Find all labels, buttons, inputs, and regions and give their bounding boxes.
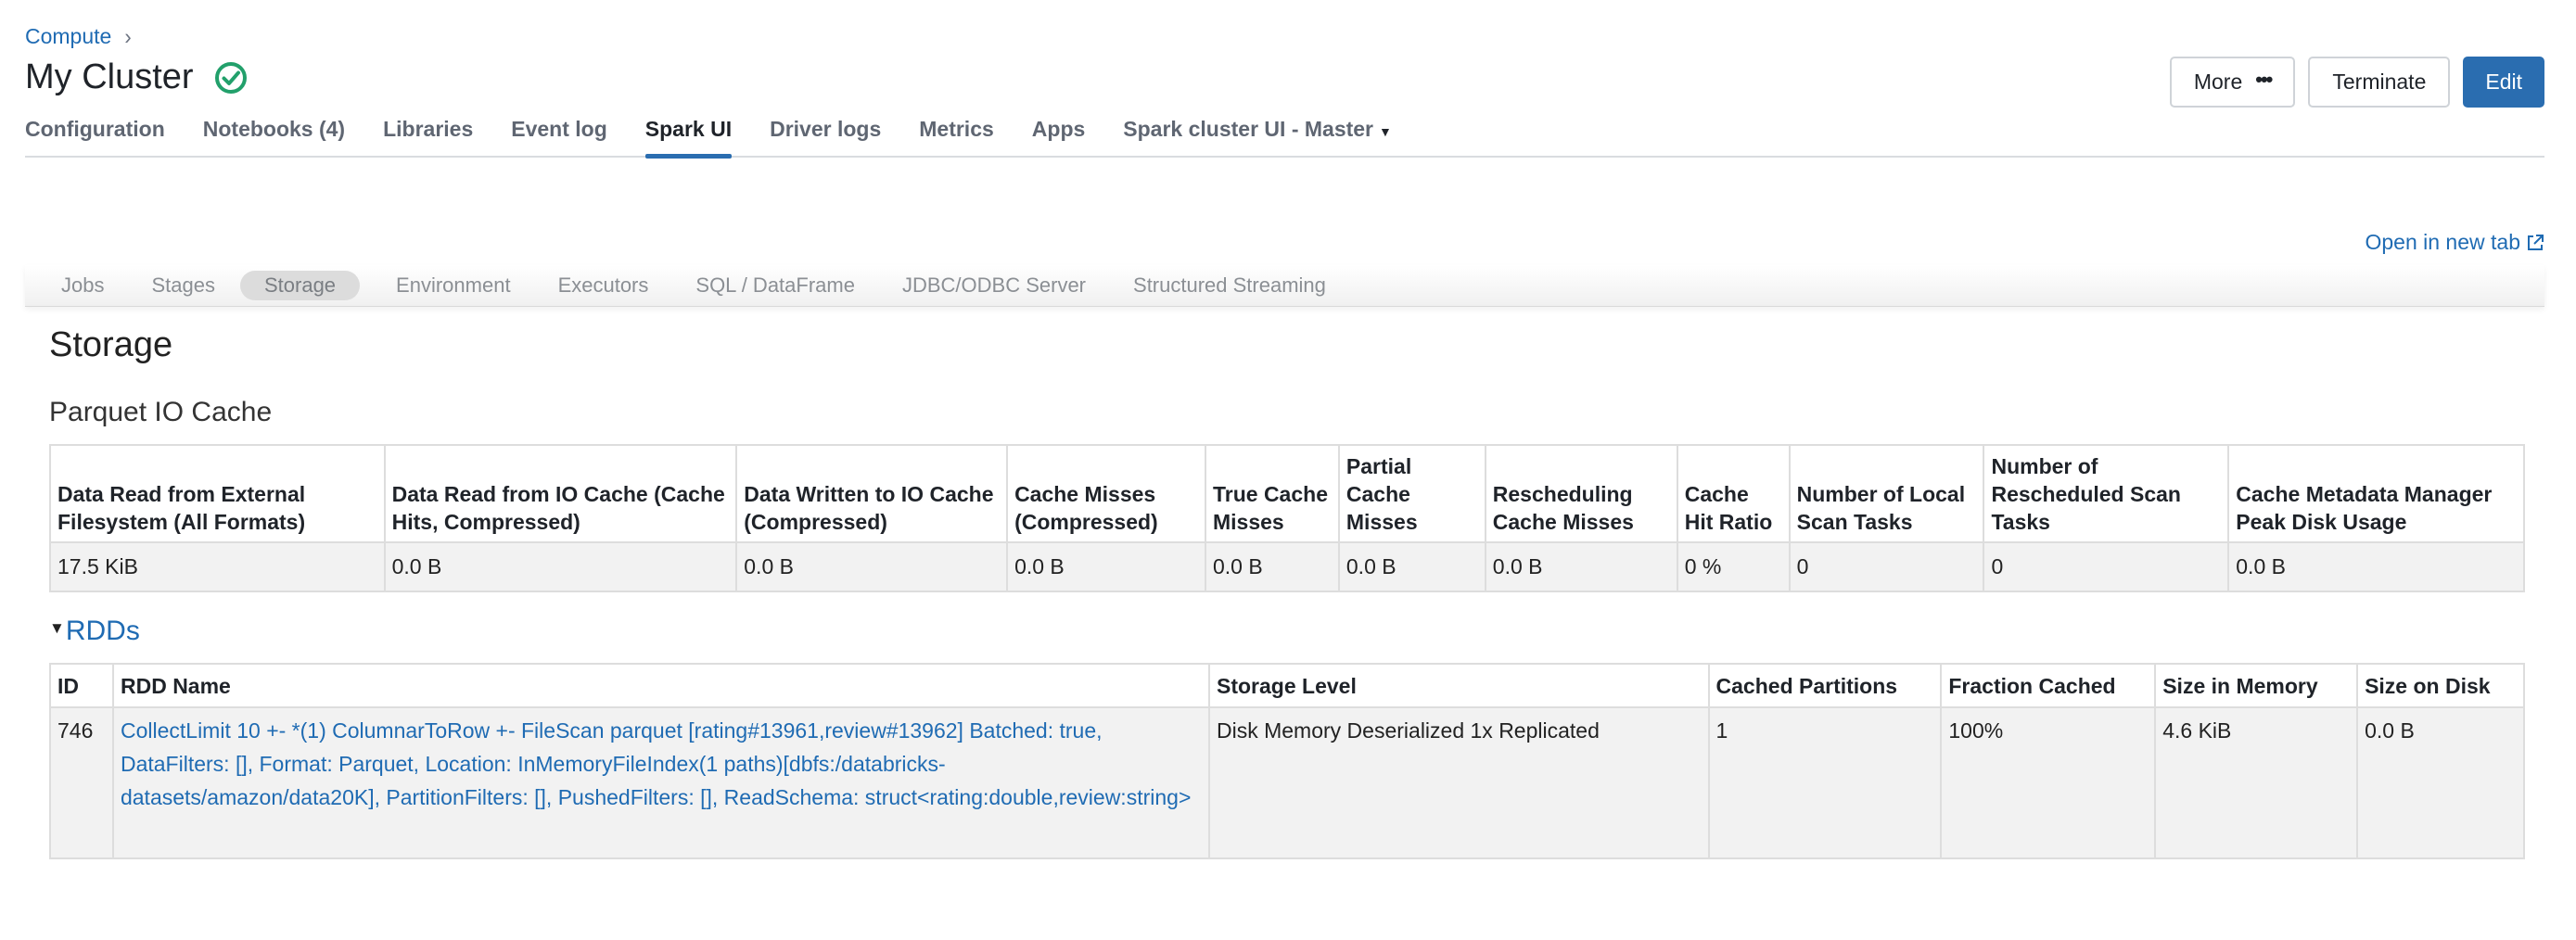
more-button-label: More	[2193, 70, 2243, 94]
table-cell: 0.0 B	[2227, 541, 2525, 592]
column-header[interactable]: Number of Rescheduled Scan Tasks	[1983, 444, 2230, 543]
triangle-down-icon: ▼	[49, 619, 65, 637]
spark-tab-structured-streaming[interactable]: Structured Streaming	[1133, 273, 1326, 298]
column-header[interactable]: ID	[49, 663, 114, 708]
cluster-tabs: Configuration Notebooks (4) Libraries Ev…	[25, 117, 2544, 159]
table-cell: 100%	[1940, 706, 2157, 859]
column-header[interactable]: Partial Cache Misses	[1337, 444, 1486, 543]
parquet-io-cache-heading: Parquet IO Cache	[49, 397, 273, 427]
open-in-new-tab-label: Open in new tab	[2365, 230, 2520, 254]
table-cell: CollectLimit 10 +- *(1) ColumnarToRow +-…	[111, 706, 1211, 859]
check-circle-icon	[214, 61, 247, 94]
tab-label: Apps	[1031, 117, 1086, 141]
column-header[interactable]: Storage Level	[1208, 663, 1710, 708]
title-row: My Cluster	[25, 57, 248, 97]
table-cell: 0	[1788, 541, 1985, 592]
table-cell: 0.0 B	[1484, 541, 1678, 592]
tab-configuration[interactable]: Configuration	[25, 117, 165, 156]
storage-heading: Storage	[49, 325, 173, 364]
tab-libraries[interactable]: Libraries	[383, 117, 473, 156]
table-cell: 0.0 B	[735, 541, 1009, 592]
edit-button[interactable]: Edit	[2463, 57, 2544, 108]
spark-tab-stages[interactable]: Stages	[151, 273, 215, 298]
table-cell: 1	[1707, 706, 1943, 859]
column-header[interactable]: Fraction Cached	[1940, 663, 2157, 708]
rdd-name-link[interactable]: CollectLimit 10 +- *(1) ColumnarToRow +-…	[121, 718, 1191, 809]
column-header[interactable]: RDD Name	[111, 663, 1211, 708]
parquet-io-cache-table: Data Read from External Filesystem (All …	[49, 444, 2525, 592]
column-header[interactable]: Size on Disk	[2356, 663, 2525, 708]
column-header[interactable]: Cached Partitions	[1707, 663, 1943, 708]
column-header[interactable]: True Cache Misses	[1204, 444, 1340, 543]
tab-label: Notebooks (4)	[202, 117, 346, 141]
tab-label: Configuration	[25, 117, 165, 141]
terminate-button[interactable]: Terminate	[2308, 57, 2451, 108]
table-cell: 0.0 B	[1006, 541, 1206, 592]
tab-label: Event log	[511, 117, 607, 141]
spark-ui-nav: Jobs Stages Storage Environment Executor…	[25, 265, 2544, 307]
rdds-toggle[interactable]: ▼ RDDs	[49, 616, 140, 647]
table-cell: 0.0 B	[2356, 706, 2525, 859]
tab-spark-cluster-ui-master[interactable]: Spark cluster UI - Master ▼	[1123, 117, 1392, 156]
column-header[interactable]: Cache Misses (Compressed)	[1006, 444, 1206, 543]
tab-label: Driver logs	[770, 117, 882, 141]
tab-metrics[interactable]: Metrics	[919, 117, 994, 156]
more-dots-icon: •••	[2255, 67, 2273, 91]
table-header-row: Data Read from External Filesystem (All …	[49, 444, 2525, 543]
table-row: 746 CollectLimit 10 +- *(1) ColumnarToRo…	[49, 706, 2525, 859]
breadcrumb-compute-link[interactable]: Compute	[25, 24, 111, 49]
tab-driver-logs[interactable]: Driver logs	[770, 117, 881, 156]
spark-tab-environment[interactable]: Environment	[396, 273, 511, 298]
caret-down-icon: ▼	[1379, 124, 1392, 139]
tab-spark-ui[interactable]: Spark UI	[644, 117, 733, 159]
table-cell: 0.0 B	[1204, 541, 1340, 592]
tab-label: Spark UI	[644, 117, 733, 141]
tab-event-log[interactable]: Event log	[511, 117, 607, 156]
page-title: My Cluster	[25, 57, 194, 96]
table-cell: 746	[49, 706, 114, 859]
table-cell: 0	[1983, 541, 2230, 592]
column-header[interactable]: Data Read from IO Cache (Cache Hits, Com…	[383, 444, 738, 543]
table-cell: 0.0 B	[1337, 541, 1486, 592]
table-cell: Disk Memory Deserialized 1x Replicated	[1208, 706, 1710, 859]
open-in-new-tab-link[interactable]: Open in new tab	[2365, 230, 2544, 255]
tab-apps[interactable]: Apps	[1032, 117, 1086, 156]
table-header-row: ID RDD Name Storage Level Cached Partiti…	[49, 663, 2525, 708]
column-header[interactable]: Rescheduling Cache Misses	[1484, 444, 1678, 543]
more-button[interactable]: More •••	[2169, 57, 2296, 108]
table-cell: 0 %	[1676, 541, 1791, 592]
external-link-icon	[2528, 234, 2544, 250]
column-header[interactable]: Number of Local Scan Tasks	[1788, 444, 1985, 543]
spark-tab-executors[interactable]: Executors	[558, 273, 649, 298]
column-header[interactable]: Cache Hit Ratio	[1676, 444, 1791, 543]
breadcrumb: Compute ›	[25, 23, 132, 49]
header-actions: More ••• Terminate Edit	[2169, 57, 2544, 108]
rdd-table: ID RDD Name Storage Level Cached Partiti…	[49, 663, 2525, 859]
tab-notebooks[interactable]: Notebooks (4)	[203, 117, 345, 156]
tab-label: Metrics	[919, 117, 994, 141]
column-header[interactable]: Data Read from External Filesystem (All …	[49, 444, 386, 543]
tab-label: Libraries	[383, 117, 474, 141]
chevron-right-icon: ›	[124, 23, 132, 49]
spark-tab-storage[interactable]: Storage	[239, 271, 361, 300]
table-cell: 17.5 KiB	[49, 541, 386, 592]
tab-label: Spark cluster UI - Master	[1123, 117, 1374, 141]
rdds-label: RDDs	[65, 616, 140, 646]
column-header[interactable]: Size in Memory	[2154, 663, 2359, 708]
spark-tab-jobs[interactable]: Jobs	[61, 273, 104, 298]
spark-tab-jdbc-odbc[interactable]: JDBC/ODBC Server	[902, 273, 1086, 298]
column-header[interactable]: Cache Metadata Manager Peak Disk Usage	[2227, 444, 2525, 543]
column-header[interactable]: Data Written to IO Cache (Compressed)	[735, 444, 1009, 543]
table-cell: 4.6 KiB	[2154, 706, 2359, 859]
table-row: 17.5 KiB 0.0 B 0.0 B 0.0 B 0.0 B 0.0 B 0…	[49, 541, 2525, 592]
table-cell: 0.0 B	[383, 541, 738, 592]
spark-tab-sql-dataframe[interactable]: SQL / DataFrame	[695, 273, 855, 298]
